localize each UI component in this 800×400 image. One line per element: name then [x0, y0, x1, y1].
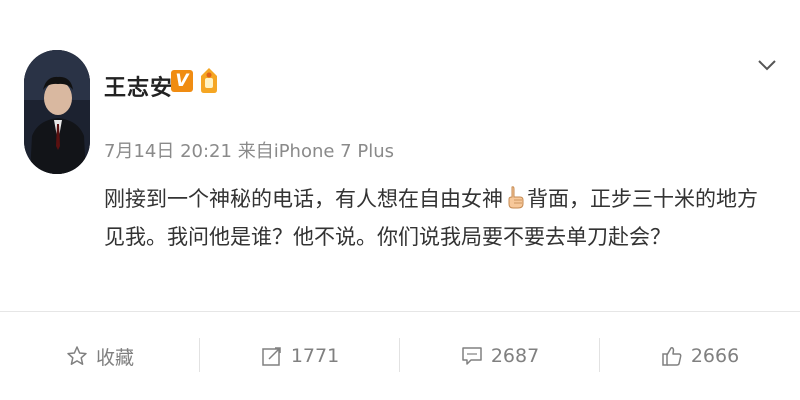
like-count: 2666: [690, 345, 740, 367]
post-timestamp[interactable]: 7月14日 20:21: [104, 141, 232, 162]
avatar[interactable]: [24, 50, 90, 174]
comment-count: 2687: [490, 345, 540, 367]
post-content: 刚接到一个神秘的电话，有人想在自由女神 背面，正步三十米的地方见我。我问他是谁？…: [104, 180, 768, 256]
username[interactable]: 王志安: [104, 70, 173, 102]
favorite-button[interactable]: 收藏: [0, 312, 200, 400]
action-bar: 收藏 1771 2687 2666: [0, 312, 800, 400]
post-text-part1: 刚接到一个神秘的电话，有人想在自由女神: [104, 187, 503, 211]
comment-button[interactable]: 2687: [400, 312, 600, 400]
repost-count: 1771: [290, 345, 340, 367]
post-source: iPhone 7 Plus: [273, 141, 394, 162]
like-button[interactable]: 2666: [600, 312, 800, 400]
comment-icon: [461, 345, 483, 367]
favorite-label: 收藏: [95, 346, 134, 369]
weibo-post-card: 王志安 V 7月14日 20:21 来自iPhone 7 Plus 刚接到一个神…: [0, 0, 800, 400]
verified-badge-icon: V: [171, 70, 193, 92]
source-prefix: 来自: [237, 141, 274, 162]
repost-icon: [261, 345, 283, 367]
thumbs-up-icon: [661, 345, 683, 367]
star-icon: [66, 345, 88, 367]
repost-button[interactable]: 1771: [200, 312, 400, 400]
chevron-down-icon[interactable]: [757, 57, 777, 71]
finger-pointing-emoji-icon: [504, 183, 526, 209]
fan-badge-icon: [197, 66, 221, 94]
post-meta: 7月14日 20:21 来自iPhone 7 Plus: [104, 137, 394, 163]
